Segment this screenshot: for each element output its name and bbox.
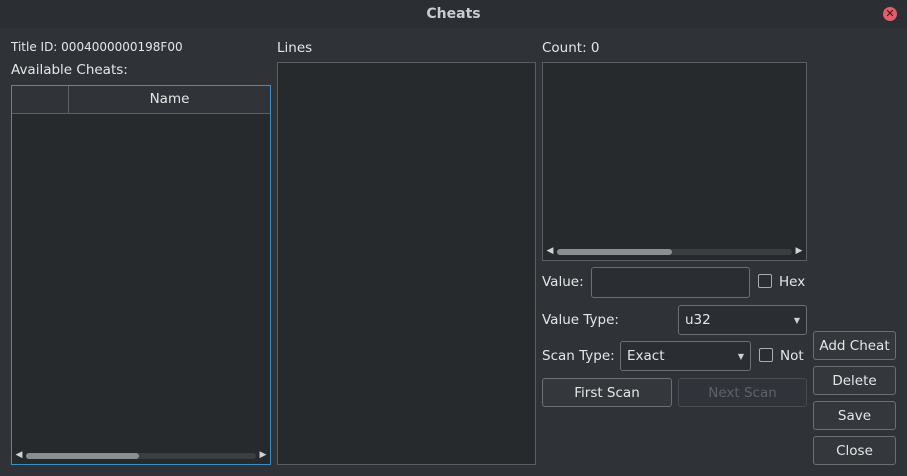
- scan-results-list[interactable]: ◀ ▶: [542, 62, 807, 261]
- hex-label: Hex: [779, 274, 806, 290]
- hex-checkbox[interactable]: [758, 274, 772, 288]
- scroll-thumb[interactable]: [557, 249, 673, 255]
- scan-type-value: Exact: [627, 348, 665, 364]
- chevron-down-icon: ▼: [737, 352, 744, 361]
- not-checkbox[interactable]: [759, 348, 773, 362]
- lines-editor[interactable]: [277, 62, 536, 465]
- count-label: Count: 0: [542, 40, 600, 56]
- results-horizontal-scrollbar[interactable]: ◀ ▶: [545, 245, 804, 257]
- save-button[interactable]: Save: [813, 401, 896, 430]
- column-header-name[interactable]: Name: [69, 86, 270, 113]
- cheats-horizontal-scrollbar[interactable]: ◀ ▶: [14, 449, 268, 461]
- arrow-right-icon[interactable]: ▶: [794, 245, 804, 257]
- close-button[interactable]: Close: [813, 436, 896, 465]
- arrow-left-icon[interactable]: ◀: [14, 449, 24, 461]
- next-scan-button[interactable]: Next Scan: [678, 378, 807, 407]
- value-type-label: Value Type:: [542, 312, 619, 328]
- value-label: Value:: [542, 274, 584, 290]
- title-bar: Cheats ✕: [0, 0, 907, 28]
- scan-type-select[interactable]: Exact ▼: [620, 341, 751, 371]
- column-header-enabled[interactable]: [12, 86, 69, 113]
- cheats-table[interactable]: Name ◀ ▶: [11, 85, 271, 465]
- scroll-track[interactable]: [26, 453, 256, 459]
- delete-button[interactable]: Delete: [813, 366, 896, 395]
- scroll-track[interactable]: [557, 249, 792, 255]
- title-id-label: Title ID: 0004000000198F00: [11, 40, 183, 54]
- window-title: Cheats: [426, 6, 481, 22]
- add-cheat-button[interactable]: Add Cheat: [813, 331, 896, 360]
- scan-type-label: Scan Type:: [542, 348, 615, 364]
- value-type-value: u32: [685, 312, 711, 328]
- chevron-down-icon: ▼: [793, 316, 800, 325]
- not-label: Not: [780, 348, 804, 364]
- arrow-right-icon[interactable]: ▶: [258, 449, 268, 461]
- arrow-left-icon[interactable]: ◀: [545, 245, 555, 257]
- lines-label: Lines: [277, 40, 313, 56]
- table-header: Name: [12, 86, 270, 114]
- value-type-select[interactable]: u32 ▼: [678, 305, 807, 335]
- available-cheats-label: Available Cheats:: [11, 62, 128, 78]
- scroll-thumb[interactable]: [26, 453, 139, 459]
- first-scan-button[interactable]: First Scan: [542, 378, 672, 407]
- value-input[interactable]: [591, 267, 750, 298]
- close-icon[interactable]: ✕: [883, 7, 897, 21]
